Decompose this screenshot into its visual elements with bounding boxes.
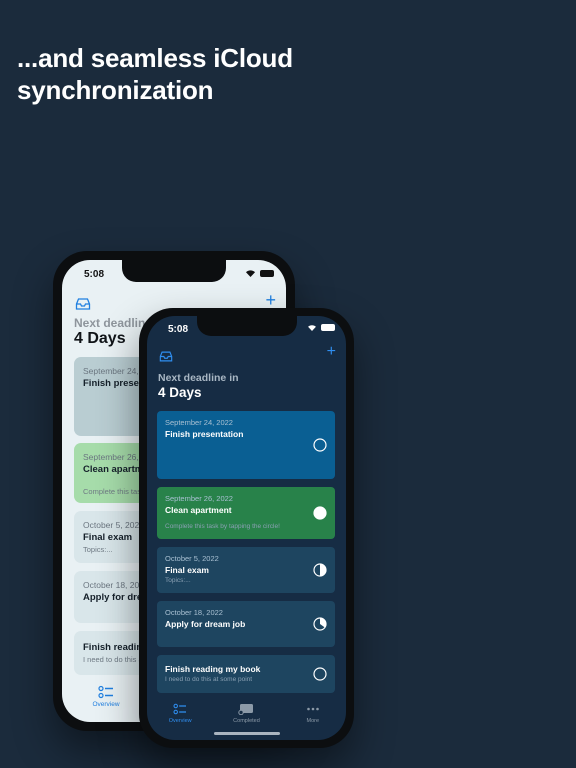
days-label: 4 Days [158, 385, 202, 400]
progress-circle-icon[interactable] [313, 438, 327, 452]
notch [196, 316, 297, 336]
phone-dark-mode: 5:08 + Next deadline in 4 Days September… [139, 308, 354, 748]
task-title: Final exam [165, 565, 209, 575]
next-deadline-label: Next deadline in [158, 372, 239, 384]
status-icons [307, 324, 335, 331]
task-card[interactable]: Finish reading my book I need to do this… [157, 655, 335, 693]
progress-circle-icon[interactable] [313, 563, 327, 577]
task-date: September 26, 2022 [165, 494, 233, 503]
inbox-icon[interactable] [75, 297, 91, 315]
status-time: 5:08 [84, 269, 105, 280]
task-subtitle: I need to do this at some point [165, 676, 253, 683]
progress-circle-icon[interactable] [313, 667, 327, 681]
screen: 5:08 + Next deadline in 4 Days September… [147, 316, 346, 740]
status-time: 5:08 [168, 324, 189, 335]
add-icon[interactable]: + [327, 344, 336, 360]
tab-label: Overview [92, 701, 120, 708]
home-indicator [213, 732, 280, 735]
list-icon [173, 703, 187, 715]
task-subtitle: Complete this task by tapping the circle… [165, 523, 280, 530]
add-icon[interactable]: + [265, 291, 276, 309]
task-title: Finish reading my book [165, 664, 261, 674]
tab-overview[interactable]: Overview [88, 685, 124, 708]
task-card[interactable]: October 5, 2022 Final exam Topics:... [157, 547, 335, 593]
battery-icon [321, 324, 335, 331]
notch [122, 260, 226, 282]
tab-overview[interactable]: Overview [155, 703, 205, 740]
wifi-icon [246, 270, 255, 277]
task-date: October 5, 2022 [165, 554, 219, 563]
progress-circle-icon[interactable] [313, 506, 327, 520]
progress-circle-icon[interactable] [313, 617, 327, 631]
task-subtitle: Topics:... [165, 577, 191, 584]
ellipsis-icon [307, 707, 319, 711]
task-card[interactable]: October 18, 2022 Apply for dream job [157, 601, 335, 647]
list-icon [98, 685, 113, 699]
task-title: Apply for dream job [165, 619, 246, 629]
tab-label: Completed [233, 718, 260, 724]
inbox-icon[interactable] [159, 349, 173, 367]
headline: ...and seamless iCloud synchronization [17, 43, 293, 105]
tab-more[interactable]: More [288, 703, 338, 740]
tab-label: Overview [168, 718, 192, 724]
completed-box-icon [238, 704, 254, 715]
task-date: October 18, 2022 [165, 608, 223, 617]
tab-label: More [306, 718, 320, 724]
task-card[interactable]: September 24, 2022 Finish presentation [157, 411, 335, 479]
task-title: Clean apartment [165, 505, 232, 515]
task-date: September 24, 2022 [165, 418, 233, 427]
days-label: 4 Days [74, 330, 126, 347]
status-icons [245, 269, 274, 277]
wifi-icon [308, 325, 316, 331]
task-title: Finish presentation [165, 429, 244, 439]
task-card[interactable]: September 26, 2022 Clean apartment Compl… [157, 487, 335, 539]
battery-icon [260, 269, 274, 277]
